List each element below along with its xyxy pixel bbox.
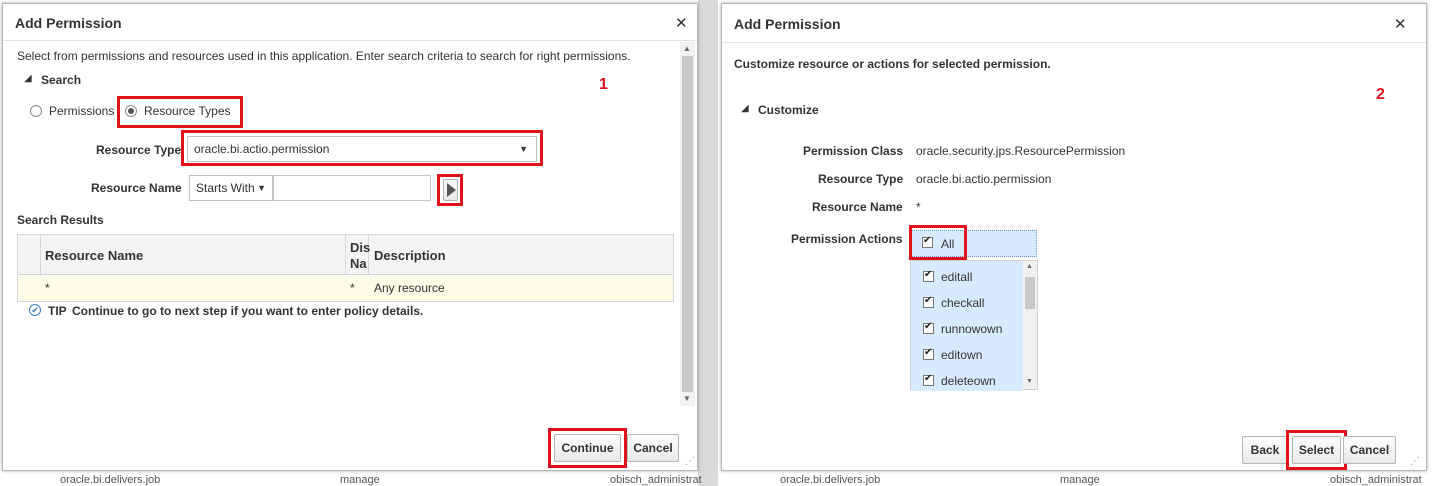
continue-button[interactable]: Continue [554, 434, 621, 462]
actions-list: editall checkall runnowown editown delet… [910, 260, 1038, 391]
background-cell: manage [1060, 474, 1100, 486]
resource-type-value: oracle.bi.actio.permission [916, 172, 1052, 186]
resize-grip-icon[interactable]: ⋰ [1410, 456, 1420, 467]
instructions-text: Customize resource or actions for select… [734, 57, 1051, 71]
permissions-radio-label: Permissions [49, 104, 115, 118]
chevron-down-icon: ▼ [519, 144, 528, 154]
background-cell: manage [340, 474, 380, 486]
resource-types-radio[interactable] [125, 105, 137, 117]
resource-name-label: Resource Name [91, 181, 182, 195]
action-label: checkall [941, 296, 985, 310]
permissions-radio[interactable] [30, 105, 42, 117]
permission-class-value: oracle.security.jps.ResourcePermission [916, 144, 1126, 158]
background-cell: oracle.bi.delivers.job [60, 474, 161, 486]
row-display-name: * [350, 281, 355, 295]
action-label: editown [941, 348, 983, 362]
search-results-label: Search Results [17, 213, 104, 227]
scrollbar-thumb[interactable] [1025, 277, 1035, 309]
cancel-button[interactable]: Cancel [627, 434, 679, 462]
column-header-description[interactable]: Description [374, 248, 446, 263]
resource-types-radio-label: Resource Types [144, 104, 231, 118]
scroll-up-icon[interactable]: ▲ [683, 44, 691, 53]
cancel-button[interactable]: Cancel [1343, 436, 1396, 464]
header-divider [3, 40, 697, 41]
search-results-table: Resource Name Dis Na Description * * Any… [17, 234, 674, 302]
action-label: runnowown [941, 322, 1003, 336]
collapse-triangle-icon[interactable]: ◢ [741, 103, 749, 114]
operator-value: Starts With [196, 181, 255, 195]
operator-select[interactable]: Starts With ▼ [189, 175, 273, 201]
resource-type-label: Resource Type [96, 143, 182, 157]
search-go-button[interactable] [443, 179, 458, 201]
action-checkbox[interactable] [923, 347, 934, 360]
resource-name-input[interactable] [273, 175, 431, 201]
background-cell: obisch_administrat [1330, 474, 1422, 486]
check-circle-icon: ✔ [29, 304, 41, 316]
all-label: All [941, 237, 955, 251]
add-permission-dialog-search: Add Permission ✕ Select from permissions… [2, 3, 698, 471]
resource-type-select[interactable]: oracle.bi.actio.permission ▼ [187, 136, 537, 162]
close-icon[interactable]: ✕ [1394, 15, 1407, 33]
step-number: 2 [1376, 86, 1385, 103]
dialog-title: Add Permission [15, 15, 122, 31]
action-checkbox[interactable] [923, 321, 934, 334]
action-checkbox[interactable] [923, 269, 934, 282]
all-checkbox[interactable] [922, 235, 933, 248]
resize-grip-icon[interactable]: ⋰ [685, 456, 695, 467]
dialog-title: Add Permission [734, 16, 841, 32]
scroll-down-icon[interactable]: ▼ [683, 394, 691, 403]
action-checkbox[interactable] [923, 373, 934, 386]
action-label: editall [941, 270, 973, 284]
column-header-display-name[interactable]: Na [350, 256, 367, 271]
action-label: deleteown [941, 374, 996, 388]
table-row[interactable]: * * Any resource [18, 276, 673, 301]
highlight-box [909, 225, 967, 260]
column-header-resource-name[interactable]: Resource Name [45, 248, 143, 263]
row-resource-name: * [45, 281, 50, 295]
permission-actions-label: Permission Actions [791, 232, 903, 246]
resource-name-label: Resource Name [812, 200, 903, 214]
select-button[interactable]: Select [1292, 436, 1341, 464]
resource-type-label: Resource Type [818, 172, 904, 186]
action-checkbox[interactable] [923, 295, 934, 308]
scroll-up-icon[interactable]: ▲ [1026, 263, 1033, 270]
back-button[interactable]: Back [1242, 436, 1288, 464]
scrollbar-thumb[interactable] [682, 56, 693, 392]
step-number: 1 [599, 76, 608, 93]
column-header-display-name[interactable]: Dis [350, 240, 370, 255]
header-divider [722, 42, 1426, 43]
background-cell: obisch_administrat [610, 474, 702, 486]
resource-type-value: oracle.bi.actio.permission [194, 142, 330, 156]
search-section-header[interactable]: Search [41, 73, 81, 87]
background-cell: oracle.bi.delivers.job [780, 474, 881, 486]
row-description: Any resource [374, 281, 445, 295]
instructions-text: Select from permissions and resources us… [17, 49, 631, 63]
customize-section-header[interactable]: Customize [758, 103, 819, 117]
close-icon[interactable]: ✕ [675, 14, 688, 32]
resource-name-value: * [916, 200, 921, 214]
tip-label: TIP [48, 304, 67, 318]
add-permission-dialog-customize: Add Permission ✕ Customize resource or a… [721, 3, 1427, 471]
scroll-down-icon[interactable]: ▼ [1026, 378, 1033, 385]
collapse-triangle-icon[interactable]: ◢ [24, 73, 32, 84]
play-arrow-icon [447, 183, 456, 197]
column-divider [345, 235, 346, 275]
chevron-down-icon: ▼ [257, 183, 266, 193]
permission-class-label: Permission Class [803, 144, 904, 158]
background-gap [698, 0, 718, 486]
tip-text: Continue to go to next step if you want … [72, 304, 424, 318]
